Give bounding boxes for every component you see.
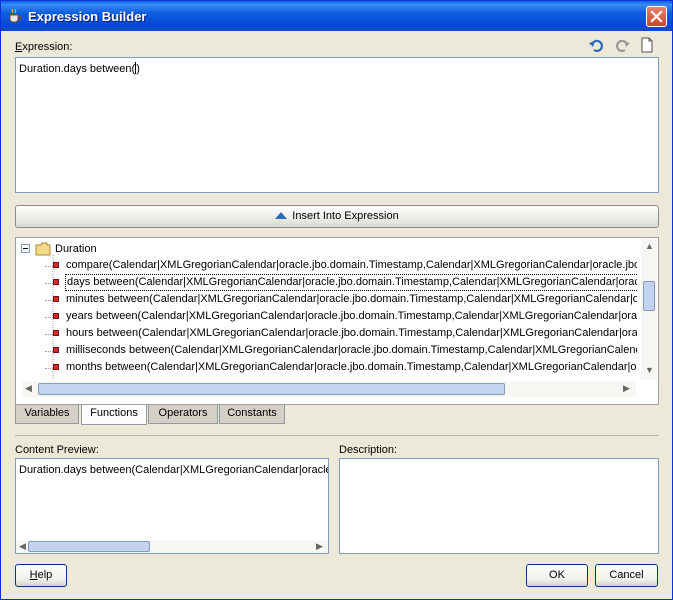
folder-icon: [35, 242, 51, 256]
function-label: months between(Calendar|XMLGregorianCale…: [66, 361, 637, 373]
collapse-icon[interactable]: [21, 244, 31, 254]
content-preview-text: Duration.days between(Calendar|XMLGregor…: [19, 464, 329, 476]
tab-label: Constants: [227, 407, 277, 419]
preview-horizontal-scrollbar[interactable]: ◀ ▶: [16, 540, 328, 553]
scroll-right-icon[interactable]: ▶: [623, 383, 630, 394]
help-label: elp: [37, 569, 53, 581]
expression-label-text: xpression:: [22, 41, 73, 53]
tab-label: Operators: [158, 407, 208, 419]
redo-icon[interactable]: [613, 36, 631, 54]
scroll-thumb[interactable]: [38, 383, 505, 395]
tree-connector: [45, 351, 53, 352]
function-label: minutes between(Calendar|XMLGregorianCal…: [66, 293, 637, 305]
scroll-down-icon[interactable]: ▼: [645, 365, 654, 375]
tree-connector: [45, 368, 53, 369]
function-icon: [53, 330, 59, 336]
function-icon: [53, 279, 59, 285]
function-label: hours between(Calendar|XMLGregorianCalen…: [66, 327, 637, 339]
tab-operators[interactable]: Operators: [148, 405, 218, 424]
cancel-button[interactable]: Cancel: [595, 564, 658, 587]
insert-button-label: Insert Into Expression: [292, 210, 399, 222]
function-icon: [53, 296, 59, 302]
expression-value-tail: ): [136, 63, 140, 75]
insert-into-expression-button[interactable]: Insert Into Expression: [15, 205, 659, 228]
function-icon: [53, 347, 59, 353]
tree-connector: [45, 266, 53, 267]
tree-horizontal-scrollbar[interactable]: ◀ ▶: [22, 381, 636, 397]
scroll-up-icon[interactable]: ▲: [645, 241, 654, 251]
scroll-thumb[interactable]: [28, 541, 150, 552]
up-arrow-icon: [275, 212, 288, 219]
close-button[interactable]: [646, 6, 667, 27]
description-label: Description:: [339, 444, 398, 456]
help-mnemonic: H: [29, 569, 38, 581]
tab-label: Variables: [24, 407, 70, 419]
expression-builder-dialog: Expression Builder Expression: Duration.…: [0, 0, 673, 600]
tree-connector: [45, 283, 53, 284]
title-bar[interactable]: Expression Builder: [1, 1, 672, 31]
scroll-left-icon[interactable]: ◀: [25, 383, 32, 394]
expression-label: Expression:: [15, 41, 73, 53]
tree-connector: [45, 317, 53, 318]
content-preview-box[interactable]: Duration.days between(Calendar|XMLGregor…: [15, 458, 329, 554]
function-icon: [53, 313, 59, 319]
content-preview-label: Content Preview:: [15, 444, 99, 456]
close-icon: [650, 10, 663, 23]
description-box: [339, 458, 659, 554]
dialog-body: Expression: Duration.days between() Inse…: [4, 31, 669, 597]
function-tree-panel: Duration compare(Calendar|XMLGregorianCa…: [15, 237, 659, 405]
window-title: Expression Builder: [28, 9, 147, 24]
tree-vertical-scrollbar[interactable]: ▲ ▼: [641, 239, 657, 380]
help-button[interactable]: Help: [15, 564, 67, 587]
expression-value: Duration.days between(: [19, 63, 136, 75]
ok-label: OK: [549, 569, 565, 581]
function-tree[interactable]: Duration compare(Calendar|XMLGregorianCa…: [17, 239, 637, 381]
tree-connector: [45, 334, 53, 335]
tab-label: Functions: [90, 407, 138, 419]
undo-icon[interactable]: [588, 36, 606, 54]
scroll-left-icon[interactable]: ◀: [19, 541, 26, 552]
expression-input[interactable]: Duration.days between(): [15, 57, 659, 193]
tab-functions[interactable]: Functions: [81, 405, 147, 425]
coffee-cup-icon: [9, 8, 22, 23]
separator: [15, 435, 659, 436]
function-label: years between(Calendar|XMLGregorianCalen…: [66, 310, 637, 322]
function-label: milliseconds between(Calendar|XMLGregori…: [66, 344, 637, 356]
tree-connector: [45, 300, 53, 301]
cancel-label: Cancel: [609, 569, 644, 581]
function-label: compare(Calendar|XMLGregorianCalendar|or…: [66, 259, 637, 271]
tree-root-label: Duration: [55, 243, 97, 255]
scroll-right-icon[interactable]: ▶: [316, 541, 323, 552]
new-document-icon[interactable]: [638, 36, 656, 54]
scroll-thumb[interactable]: [643, 281, 655, 311]
tab-variables[interactable]: Variables: [15, 405, 79, 424]
ok-button[interactable]: OK: [526, 564, 588, 587]
tab-constants[interactable]: Constants: [219, 405, 285, 424]
function-icon: [53, 262, 59, 268]
function-icon: [53, 364, 59, 370]
function-label: days between(Calendar|XMLGregorianCalend…: [65, 274, 637, 291]
